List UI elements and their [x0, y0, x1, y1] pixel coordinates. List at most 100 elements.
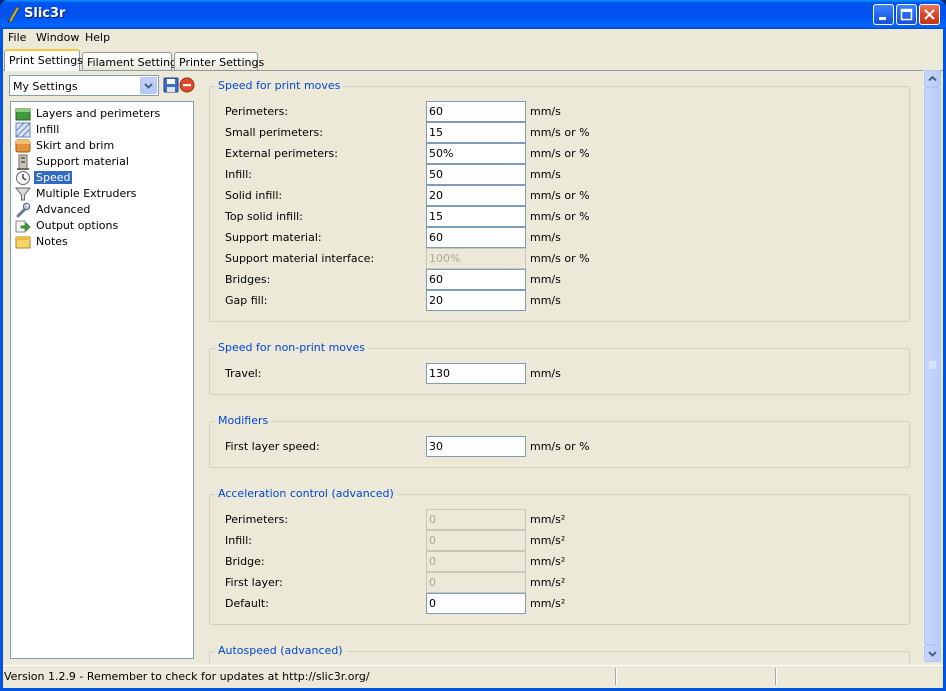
minimize-button[interactable]: [873, 4, 894, 25]
support-material-interface-speed-input: 100%: [426, 248, 526, 269]
delete-icon[interactable]: [179, 77, 195, 93]
infill-speed-input[interactable]: 50: [426, 164, 526, 185]
grip-icon: [929, 361, 936, 369]
field-unit: mm/s or %: [530, 440, 590, 453]
save-icon[interactable]: [163, 77, 179, 93]
close-button[interactable]: [919, 4, 940, 25]
tab-filament-settings[interactable]: Filament Settings: [82, 52, 183, 71]
status-divider: [775, 668, 777, 685]
solid-infill-speed-input[interactable]: 20: [426, 185, 526, 206]
maximize-button[interactable]: [896, 4, 917, 25]
settings-scroll-area: Speed for print moves Perimeters: 60 mm/…: [202, 71, 941, 663]
slic3r-logo-icon: [7, 6, 20, 22]
row-first-layer-speed: First layer speed: 30 mm/s or %: [225, 436, 905, 457]
accel-infill-input: 0: [426, 530, 526, 551]
scroll-thumb[interactable]: [924, 87, 941, 645]
field-unit: mm/s: [530, 231, 561, 244]
group-title: Autospeed (advanced): [215, 644, 346, 657]
menu-window[interactable]: Window: [36, 31, 79, 44]
tree-item-label: Speed: [34, 171, 73, 184]
gap-fill-speed-input[interactable]: 20: [426, 290, 526, 311]
field-unit: mm/s²: [530, 513, 566, 526]
field-label: First layer:: [225, 576, 283, 589]
field-unit: mm/s²: [530, 597, 566, 610]
tree-item-label: Skirt and brim: [36, 139, 115, 152]
building-icon: [17, 154, 29, 170]
window-title: Slic3r: [24, 6, 66, 21]
category-tree: Layers and perimeters Infill Skirt and b…: [10, 101, 194, 659]
field-label: Support material:: [225, 231, 322, 244]
row-accel-first-layer: First layer: 0 mm/s²: [225, 572, 905, 593]
field-unit: mm/s: [530, 168, 561, 181]
bridges-speed-input[interactable]: 60: [426, 269, 526, 290]
title-bar[interactable]: Slic3r: [0, 0, 946, 29]
top-solid-infill-speed-input[interactable]: 15: [426, 206, 526, 227]
chevron-down-icon[interactable]: [140, 77, 157, 94]
chevron-down-icon: [928, 651, 937, 657]
status-text: Version 1.2.9 - Remember to check for up…: [4, 670, 370, 683]
layers-icon: [15, 108, 31, 121]
row-gap-fill: Gap fill: 20 mm/s: [225, 290, 905, 311]
travel-speed-input[interactable]: 130: [426, 363, 526, 384]
vertical-scrollbar[interactable]: [923, 70, 941, 662]
support-material-speed-input[interactable]: 60: [426, 227, 526, 248]
field-label: Top solid infill:: [225, 210, 303, 223]
field-unit: mm/s or %: [530, 210, 590, 223]
field-label: Default:: [225, 597, 269, 610]
field-label: Support material interface:: [225, 252, 375, 265]
field-label: Bridge:: [225, 555, 265, 568]
row-travel: Travel: 130 mm/s: [225, 363, 905, 384]
field-label: Small perimeters:: [225, 126, 323, 139]
preset-select-value: My Settings: [13, 80, 78, 93]
tree-item-label: Output options: [36, 219, 119, 232]
box-icon: [15, 139, 31, 153]
field-unit: mm/s or %: [530, 189, 590, 202]
accel-perimeters-input: 0: [426, 509, 526, 530]
app-window: Slic3r File Window Help Print Settings F…: [0, 0, 946, 691]
field-unit: mm/s²: [530, 555, 566, 568]
row-small-perimeters: Small perimeters: 15 mm/s or %: [225, 122, 905, 143]
perimeters-speed-input[interactable]: 60: [426, 101, 526, 122]
tree-item-label: Support material: [36, 155, 129, 168]
preset-select[interactable]: My Settings: [9, 75, 159, 96]
row-accel-bridge: Bridge: 0 mm/s²: [225, 551, 905, 572]
row-bridges: Bridges: 60 mm/s: [225, 269, 905, 290]
row-solid-infill: Solid infill: 20 mm/s or %: [225, 185, 905, 206]
status-bar: Version 1.2.9 - Remember to check for up…: [3, 665, 943, 686]
first-layer-speed-input[interactable]: 30: [426, 436, 526, 457]
accel-first-layer-input: 0: [426, 572, 526, 593]
field-label: Solid infill:: [225, 189, 283, 202]
field-label: Infill:: [225, 168, 252, 181]
field-label: External perimeters:: [225, 147, 338, 160]
field-unit: mm/s²: [530, 576, 566, 589]
small-perimeters-speed-input[interactable]: 15: [426, 122, 526, 143]
tab-print-settings[interactable]: Print Settings: [4, 49, 83, 71]
scroll-up-button[interactable]: [924, 70, 941, 87]
field-unit: mm/s or %: [530, 252, 590, 265]
settings-panel: My Settings Layers and perimeters Infill…: [3, 70, 943, 663]
field-unit: mm/s²: [530, 534, 566, 547]
row-accel-infill: Infill: 0 mm/s²: [225, 530, 905, 551]
menu-help[interactable]: Help: [85, 31, 110, 44]
scroll-down-button[interactable]: [924, 645, 941, 662]
group-acceleration-control: Acceleration control (advanced) Perimete…: [209, 487, 910, 625]
status-divider: [615, 668, 617, 685]
chevron-up-icon: [928, 75, 937, 82]
external-perimeters-speed-input[interactable]: 50%: [426, 143, 526, 164]
tree-item-label: Multiple Extruders: [36, 187, 137, 200]
tab-printer-settings[interactable]: Printer Settings: [174, 52, 264, 71]
row-support-material: Support material: 60 mm/s: [225, 227, 905, 248]
field-unit: mm/s or %: [530, 147, 590, 160]
accel-default-input[interactable]: 0: [426, 593, 526, 614]
row-accel-default: Default: 0 mm/s²: [225, 593, 905, 614]
group-title: Speed for print moves: [215, 79, 344, 92]
tree-item-label: Layers and perimeters: [36, 107, 161, 120]
accel-bridge-input: 0: [426, 551, 526, 572]
menu-file[interactable]: File: [8, 31, 26, 44]
field-unit: mm/s: [530, 367, 561, 380]
output-arrow-icon: [15, 220, 31, 233]
row-perimeters: Perimeters: 60 mm/s: [225, 101, 905, 122]
field-label: Infill:: [225, 534, 252, 547]
group-speed-print-moves: Speed for print moves Perimeters: 60 mm/…: [209, 79, 910, 322]
field-label: Perimeters:: [225, 513, 289, 526]
